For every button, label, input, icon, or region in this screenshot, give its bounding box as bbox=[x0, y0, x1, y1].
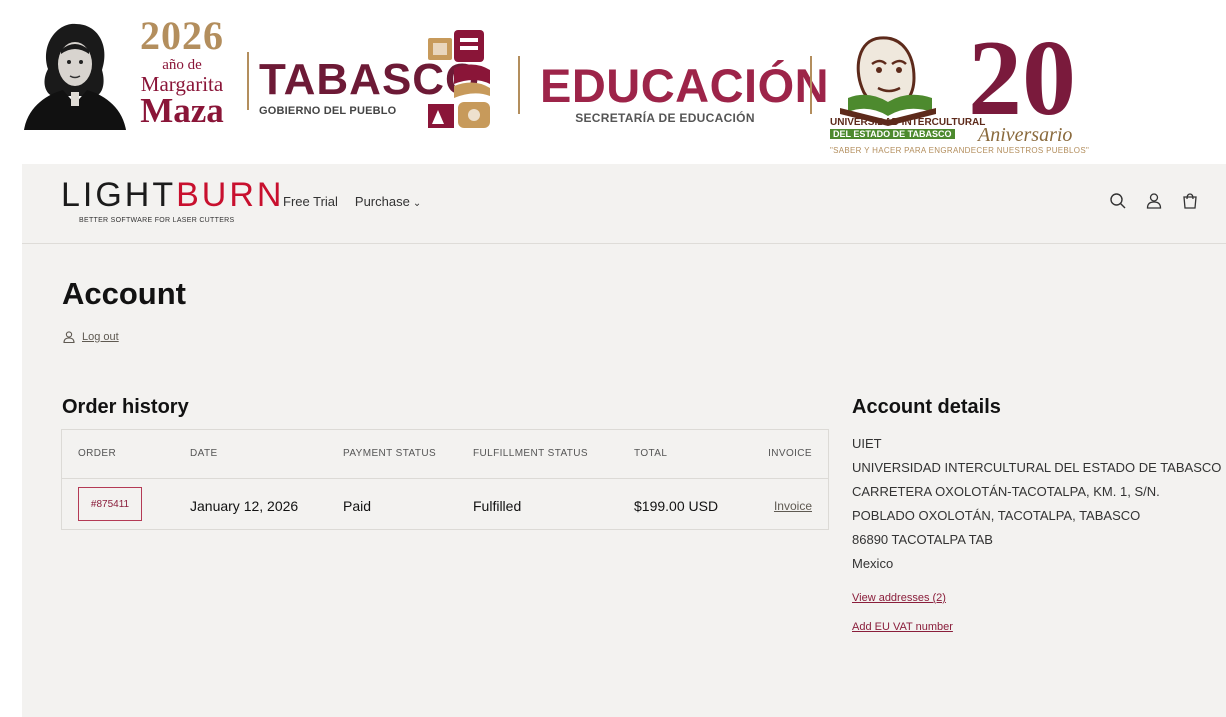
dept-name: EDUCACIÓN bbox=[540, 59, 830, 112]
header-icons bbox=[1108, 191, 1200, 211]
table-divider bbox=[62, 478, 828, 479]
address-line: 86890 TACOTALPA TAB bbox=[852, 532, 993, 547]
site-header: LIGHTBURN BETTER SOFTWARE FOR LASER CUTT… bbox=[22, 164, 1226, 244]
main-nav: Free Trial Purchase ⌄ bbox=[283, 194, 421, 209]
university-subtitle: DEL ESTADO DE TABASCO bbox=[830, 129, 955, 139]
logo-burn: BURN bbox=[176, 176, 285, 214]
order-history-table: ORDER DATE PAYMENT STATUS FULFILLMENT ST… bbox=[61, 429, 829, 530]
order-total: $199.00 USD bbox=[634, 498, 719, 514]
logo-light: LIGHT bbox=[61, 176, 177, 214]
logo-tagline: BETTER SOFTWARE FOR LASER CUTTERS bbox=[79, 217, 235, 224]
dept-subtitle: SECRETARÍA DE EDUCACIÓN bbox=[575, 111, 755, 125]
banner-divider bbox=[247, 52, 249, 110]
university-slogan: "SABER Y HACER PARA ENGRANDECER NUESTROS… bbox=[830, 146, 1090, 155]
column-header-order: ORDER bbox=[78, 448, 117, 459]
cart-icon[interactable] bbox=[1180, 191, 1200, 211]
tabasco-government-logo: TABASCO GOBIERNO DEL PUEBLO bbox=[259, 55, 481, 118]
account-address: UIET UNIVERSIDAD INTERCULTURAL DEL ESTAD… bbox=[852, 432, 1221, 576]
banner-divider bbox=[518, 56, 520, 114]
add-vat-number-link[interactable]: Add EU VAT number bbox=[852, 621, 953, 633]
anniversary-number: 20 bbox=[968, 22, 1076, 122]
user-icon bbox=[63, 331, 75, 344]
column-header-total: TOTAL bbox=[634, 448, 668, 459]
state-subtitle: GOBIERNO DEL PUEBLO bbox=[259, 105, 397, 117]
twentieth-anniversary-logo: 20 bbox=[968, 22, 1076, 122]
state-name: TABASCO bbox=[259, 55, 481, 104]
honoree-last-name: Maza bbox=[140, 91, 224, 130]
university-name: UNIVERSIDAD INTERCULTURAL bbox=[830, 117, 986, 128]
year-sub-text: año de bbox=[162, 57, 202, 73]
education-secretariat-logo: EDUCACIÓN SECRETARÍA DE EDUCACIÓN bbox=[540, 59, 830, 125]
tabasco-emblem-icon bbox=[428, 30, 490, 128]
invoice-link[interactable]: Invoice bbox=[774, 499, 812, 513]
payment-status: Paid bbox=[343, 498, 372, 514]
order-history-title: Order history bbox=[62, 396, 189, 418]
logout-link[interactable]: Log out bbox=[82, 331, 119, 343]
logout-row: Log out bbox=[62, 330, 119, 344]
account-details-title: Account details bbox=[852, 396, 1001, 418]
government-banner: 2026 año de Margarita Maza TABASCO GOBIE… bbox=[0, 0, 1226, 160]
margarita-maza-portrait bbox=[24, 23, 126, 130]
column-header-fulfillment-status: FULFILLMENT STATUS bbox=[473, 448, 588, 459]
view-addresses-link[interactable]: View addresses (2) bbox=[852, 592, 946, 604]
column-header-date: DATE bbox=[190, 448, 218, 459]
search-icon[interactable] bbox=[1108, 191, 1128, 211]
order-date: January 12, 2026 bbox=[190, 498, 299, 514]
banner-divider bbox=[810, 56, 812, 114]
anniversary-word: Aniversario bbox=[978, 124, 1073, 146]
account-icon[interactable] bbox=[1144, 191, 1164, 211]
nav-free-trial[interactable]: Free Trial bbox=[283, 194, 338, 209]
year-text: 2026 bbox=[140, 13, 224, 58]
address-line: CARRETERA OXOLOTÁN-TACOTALPA, KM. 1, S/N… bbox=[852, 484, 1160, 499]
year-dedication: 2026 año de Margarita Maza bbox=[134, 13, 230, 130]
address-line: UNIVERSIDAD INTERCULTURAL DEL ESTADO DE … bbox=[852, 460, 1222, 475]
address-line: Mexico bbox=[852, 556, 894, 571]
address-line: UIET bbox=[852, 436, 882, 451]
column-header-invoice: INVOICE bbox=[768, 448, 812, 459]
store-page: LIGHTBURN BETTER SOFTWARE FOR LASER CUTT… bbox=[22, 164, 1226, 717]
nav-purchase[interactable]: Purchase ⌄ bbox=[355, 194, 421, 209]
fulfillment-status: Fulfilled bbox=[473, 498, 522, 514]
nav-purchase-label: Purchase bbox=[354, 194, 410, 209]
column-header-payment-status: PAYMENT STATUS bbox=[343, 448, 437, 459]
chevron-down-icon: ⌄ bbox=[412, 198, 422, 209]
page-title: Account bbox=[62, 276, 186, 311]
order-number-button[interactable]: #875411 bbox=[78, 487, 142, 521]
address-line: POBLADO OXOLOTÁN, TACOTALPA, TABASCO bbox=[852, 508, 1141, 523]
lightburn-logo[interactable]: LIGHTBURN bbox=[61, 178, 284, 212]
